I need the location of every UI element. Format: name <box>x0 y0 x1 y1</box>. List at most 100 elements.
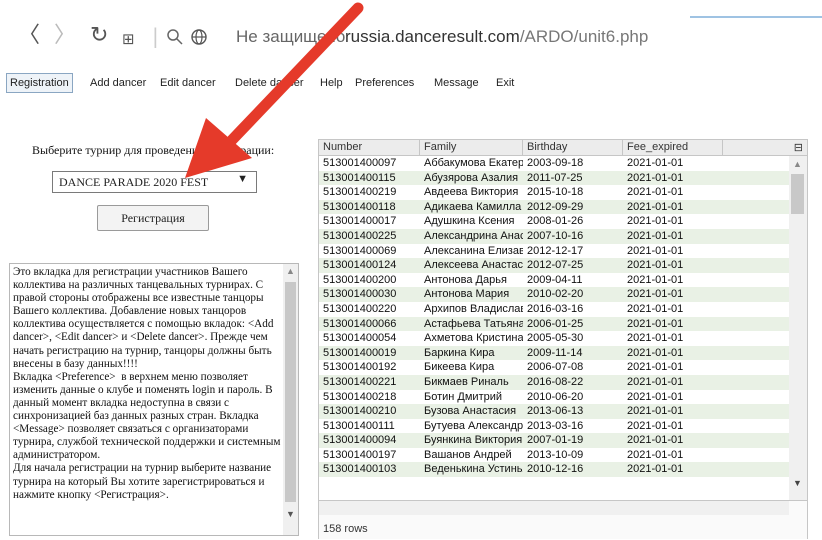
number-cell: 513001400066 <box>323 317 397 330</box>
table-row[interactable]: 513001400210 Бузова Анастасия 2013-06-13 20… <box>319 404 789 419</box>
fee-expired-cell: 2021-01-01 <box>627 273 684 286</box>
table-row[interactable]: 513001400054 Ахметова Кристина 2005-05-30 2… <box>319 331 789 346</box>
number-cell: 513001400218 <box>323 390 397 403</box>
table-row[interactable]: 513001400103 Веденькина Устинья 2010-12-16… <box>319 462 789 478</box>
birthday-cell: 2013-10-09 <box>527 448 584 461</box>
help-text-content: Это вкладка для регистрации участников В… <box>13 266 281 501</box>
menu-registration[interactable]: Registration <box>6 73 73 93</box>
family-cell: Бузова Анастасия <box>424 405 517 418</box>
fee-expired-cell: 2021-01-01 <box>627 259 684 272</box>
scroll-down-icon[interactable]: ▼ <box>793 478 802 488</box>
register-button[interactable]: Регистрация <box>97 205 209 231</box>
family-cell: Александрина Анастасия <box>424 229 523 242</box>
table-row[interactable]: 513001400220 Архипов Владислав 2016-03-16 2… <box>319 302 789 317</box>
fee-expired-cell: 2021-01-01 <box>627 157 684 169</box>
fee-expired-cell: 2021-01-01 <box>627 332 684 345</box>
fee-expired-cell: 2021-01-01 <box>627 361 684 374</box>
table-row[interactable]: 513001400115 Абузярова Азалия 2011-07-25 20… <box>319 170 789 186</box>
grid-horizontal-scrollbar[interactable] <box>319 501 789 515</box>
back-arrow-icon[interactable]: 〈 <box>18 24 40 48</box>
birthday-cell: 2007-10-16 <box>527 229 584 242</box>
table-row[interactable]: 513001400097 Аббакумова Екатерина 2003-09-… <box>319 156 789 171</box>
forward-arrow-icon[interactable]: 〉 <box>54 24 76 48</box>
fee-expired-cell: 2021-01-01 <box>627 375 684 388</box>
help-scrollbar[interactable]: ▲ ▼ <box>283 264 298 535</box>
table-row[interactable]: 513001400197 Вашанов Андрей 2013-10-09 2021… <box>319 448 789 463</box>
scroll-up-icon[interactable]: ▲ <box>793 159 802 169</box>
globe-icon[interactable] <box>190 28 208 46</box>
birthday-cell: 2009-11-14 <box>527 346 583 359</box>
table-row[interactable]: 513001400219 Авдеева Виктория 2015-10-18 20… <box>319 185 789 200</box>
birthday-cell: 2010-12-16 <box>527 463 584 476</box>
family-cell: Абузярова Азалия <box>424 171 519 184</box>
security-status[interactable]: Не защищено <box>236 27 345 47</box>
family-cell: Буянкина Виктория <box>424 434 523 447</box>
table-row[interactable]: 513001400225 Александрина Анастасия 2007-1… <box>319 228 789 244</box>
number-cell: 513001400210 <box>323 405 397 418</box>
reload-icon[interactable]: ↻ <box>90 24 108 48</box>
toolbar-divider: | <box>152 24 159 48</box>
fee-expired-cell: 2021-01-01 <box>627 463 684 476</box>
column-header-fee-expired[interactable]: Fee_expired <box>623 140 723 155</box>
birthday-cell: 2013-06-13 <box>527 405 584 418</box>
apps-grid-icon[interactable]: ⊞ <box>122 27 135 51</box>
table-row[interactable]: 513001400124 Алексеева Анастасия 2012-07-2… <box>319 258 789 273</box>
fee-expired-cell: 2021-01-01 <box>627 302 684 315</box>
table-row[interactable]: 513001400069 Алексанина Елизавета 2012-12-… <box>319 244 789 259</box>
table-row[interactable]: 513001400118 Адикаева Камилла 2012-09-29 20… <box>319 199 789 215</box>
table-row[interactable]: 513001400218 Ботин Дмитрий 2010-06-20 2021-… <box>319 390 789 405</box>
menu-delete-dancer[interactable]: Delete dancer <box>232 74 307 92</box>
menu-edit-dancer[interactable]: Edit dancer <box>157 74 219 92</box>
dropdown-arrow-icon[interactable]: ▼ <box>237 173 248 185</box>
family-cell: Бикмаев Риналь <box>424 375 509 388</box>
table-row[interactable]: 513001400066 Астафьева Татьяна 2006-01-25 2… <box>319 316 789 332</box>
column-header-birthday[interactable]: Birthday <box>523 140 623 155</box>
column-chooser-icon[interactable]: ⊟ <box>794 141 803 154</box>
grid-scrollbar[interactable]: ▲ ▼ <box>789 156 807 500</box>
fee-expired-cell: 2021-01-01 <box>627 434 684 447</box>
birthday-cell: 2016-03-16 <box>527 302 584 315</box>
number-cell: 513001400019 <box>323 346 397 359</box>
birthday-cell: 2007-01-19 <box>527 434 584 447</box>
table-row[interactable]: 513001400019 Баркина Кира 2009-11-14 2021-0… <box>319 345 789 361</box>
table-row[interactable]: 513001400017 Адушкина Ксения 2008-01-26 202… <box>319 214 789 229</box>
address-bar[interactable]: russia.danceresult.com/ARDO/unit6.php <box>345 27 648 47</box>
table-row[interactable]: 513001400221 Бикмаев Риналь 2016-08-22 2021… <box>319 374 789 390</box>
birthday-cell: 2016-08-22 <box>527 375 584 388</box>
family-cell: Аббакумова Екатерина <box>424 157 523 169</box>
number-cell: 513001400030 <box>323 288 397 301</box>
column-header-number[interactable]: Number <box>319 140 420 155</box>
column-header-family[interactable]: Family <box>420 140 523 155</box>
grid-scroll-thumb[interactable] <box>791 174 804 214</box>
table-row[interactable]: 513001400030 Антонова Мария 2010-02-20 2021… <box>319 287 789 302</box>
fee-expired-cell: 2021-01-01 <box>627 244 684 257</box>
fee-expired-cell: 2021-01-01 <box>627 200 684 213</box>
scroll-up-icon[interactable]: ▲ <box>286 266 295 276</box>
table-row[interactable]: 513001400094 Буянкина Виктория 2007-01-19 2… <box>319 433 789 448</box>
table-row[interactable]: 513001400111 Бутуева Александра 2013-03-16… <box>319 419 789 434</box>
scroll-down-icon[interactable]: ▼ <box>286 509 295 519</box>
help-textarea[interactable]: Это вкладка для регистрации участников В… <box>9 263 299 536</box>
number-cell: 513001400192 <box>323 361 397 374</box>
app-menubar: Registration Add dancer Edit dancer Dele… <box>0 70 822 96</box>
fee-expired-cell: 2021-01-01 <box>627 390 684 403</box>
fee-expired-cell: 2021-01-01 <box>627 317 684 330</box>
fee-expired-cell: 2021-01-01 <box>627 171 684 184</box>
search-key-icon[interactable] <box>166 28 184 46</box>
menu-preferences[interactable]: Preferences <box>352 74 417 92</box>
menu-message[interactable]: Message <box>431 74 482 92</box>
browser-toolbar: 〈 〉 ↻ ⊞ | Не защищено russia.danceresult… <box>0 0 822 62</box>
fee-expired-cell: 2021-01-01 <box>627 448 684 461</box>
menu-add-dancer[interactable]: Add dancer <box>87 74 149 92</box>
tournament-select[interactable]: DANCE PARADE 2020 FEST ▼ <box>52 171 257 193</box>
menu-help[interactable]: Help <box>317 74 346 92</box>
number-cell: 513001400054 <box>323 332 397 345</box>
menu-exit[interactable]: Exit <box>493 74 517 92</box>
grid-header: Number Family Birthday Fee_expired ⊟ <box>319 140 807 156</box>
number-cell: 513001400219 <box>323 186 397 199</box>
table-row[interactable]: 513001400192 Бикеева Кира 2006-07-08 2021-0… <box>319 360 789 375</box>
help-scroll-thumb[interactable] <box>285 282 296 502</box>
table-row[interactable]: 513001400200 Антонова Дарья 2009-04-11 2021… <box>319 273 789 288</box>
family-cell: Бикеева Кира <box>424 361 495 374</box>
birthday-cell: 2005-05-30 <box>527 332 584 345</box>
